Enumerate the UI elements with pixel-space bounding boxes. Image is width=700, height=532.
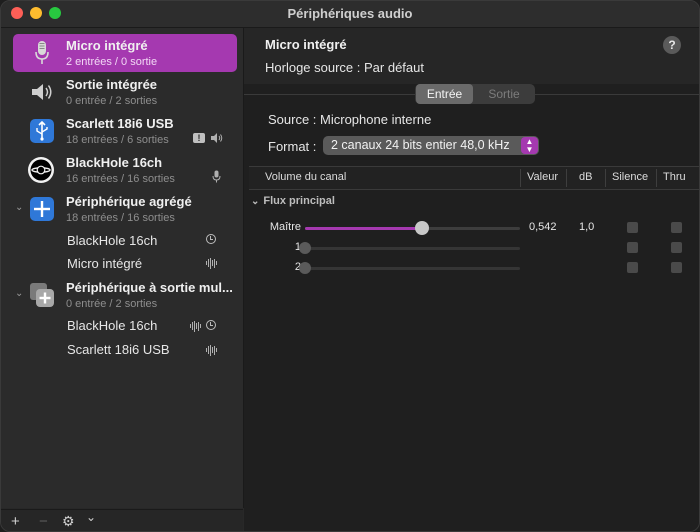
- stream-group[interactable]: ⌄ Flux principal: [251, 195, 335, 207]
- speaker-icon: [29, 79, 55, 105]
- blackhole-icon: [28, 157, 55, 183]
- alert-icon: !: [193, 133, 205, 143]
- format-value: 2 canaux 24 bits entier 48,0 kHz: [331, 138, 510, 152]
- clock-icon: [206, 234, 216, 244]
- chevron-down-icon: ⌄: [251, 196, 260, 207]
- subdevice-item[interactable]: Micro intégré: [67, 256, 142, 271]
- add-device-button[interactable]: +: [11, 513, 20, 530]
- device-name: Scarlett 18i6 USB: [66, 116, 174, 131]
- audio-devices-window: Périphériques audio Micro intégré 2 entr…: [0, 0, 700, 532]
- column-mute: Silence: [612, 171, 649, 183]
- io-segmented-control: Entrée Sortie: [415, 84, 535, 104]
- thru-checkbox[interactable]: [671, 262, 682, 273]
- device-item-sortie-integree[interactable]: Sortie intégrée 0 entrée / 2 sorties: [13, 73, 237, 111]
- device-detail-pane: Micro intégré Horloge source : Par défau…: [244, 28, 699, 531]
- device-name: BlackHole 16ch: [66, 155, 163, 170]
- microphone-icon: [212, 170, 221, 186]
- channel-row-master: Maître 0,542 1,0: [244, 219, 699, 237]
- thru-checkbox[interactable]: [671, 242, 682, 253]
- channel-db: 1,0: [579, 221, 595, 233]
- help-button[interactable]: ?: [663, 36, 681, 54]
- device-item-aggregate[interactable]: ⌄ Périphérique agrégé 18 entrées / 16 so…: [13, 190, 237, 228]
- device-io-count: 2 entrées / 0 sortie: [66, 56, 158, 68]
- device-io-count: 0 entrée / 2 sorties: [66, 298, 158, 310]
- title-bar: Périphériques audio: [1, 1, 699, 28]
- device-item-scarlett[interactable]: Scarlett 18i6 USB 18 entrées / 6 sorties…: [13, 112, 237, 150]
- device-name: Micro intégré: [66, 38, 148, 53]
- column-thru: Thru: [663, 171, 686, 183]
- device-title: Micro intégré: [265, 37, 347, 52]
- volume-slider[interactable]: [299, 262, 520, 274]
- device-name: Périphérique à sortie mul...: [66, 280, 233, 295]
- column-separator: [520, 169, 521, 187]
- column-separator: [605, 169, 606, 187]
- device-io-count: 18 entrées / 6 sorties: [66, 134, 169, 146]
- aggregate-plus-icon: [29, 196, 55, 222]
- gear-icon[interactable]: ⚙: [62, 513, 75, 530]
- tab-input[interactable]: Entrée: [416, 84, 473, 104]
- format-select[interactable]: 2 canaux 24 bits entier 48,0 kHz ▲ ▼: [323, 136, 539, 155]
- subdevice-item[interactable]: Scarlett 18i6 USB: [67, 342, 170, 357]
- remove-device-button[interactable]: −: [39, 513, 48, 530]
- column-separator: [566, 169, 567, 187]
- channel-row: 2: [244, 259, 699, 277]
- chevron-down-icon[interactable]: ⌄: [86, 510, 96, 524]
- device-name: Sortie intégrée: [66, 77, 158, 92]
- channel-label: Maître: [269, 221, 301, 233]
- volume-fill: [305, 227, 422, 230]
- subdevice-item[interactable]: BlackHole 16ch: [67, 318, 157, 333]
- column-value: Valeur: [527, 171, 558, 183]
- volume-knob[interactable]: [414, 221, 429, 235]
- column-volume: Volume du canal: [265, 171, 347, 183]
- device-item-blackhole[interactable]: BlackHole 16ch 16 entrées / 16 sorties: [13, 151, 237, 189]
- chevron-updown-icon: ▲ ▼: [521, 137, 538, 154]
- clock-source[interactable]: Horloge source : Par défaut: [265, 60, 424, 75]
- window-title: Périphériques audio: [287, 6, 413, 21]
- volume-knob[interactable]: [299, 262, 311, 274]
- mute-checkbox[interactable]: [627, 262, 638, 273]
- waveform-icon: [206, 257, 217, 269]
- format-label: Format :: [268, 139, 317, 154]
- waveform-icon: [206, 344, 217, 356]
- mute-checkbox[interactable]: [627, 242, 638, 253]
- waveform-icon: [190, 320, 201, 332]
- subdevice-item[interactable]: BlackHole 16ch: [67, 233, 157, 248]
- volume-slider[interactable]: [305, 221, 520, 235]
- microphone-icon: [29, 40, 55, 66]
- mute-checkbox[interactable]: [627, 222, 638, 233]
- device-io-count: 0 entrée / 2 sorties: [66, 95, 158, 107]
- device-item-micro-integre[interactable]: Micro intégré 2 entrées / 0 sortie: [13, 34, 237, 72]
- column-db: dB: [579, 171, 593, 183]
- channel-row: 1: [244, 239, 699, 257]
- device-io-count: 16 entrées / 16 sorties: [66, 173, 175, 185]
- device-list-sidebar: Micro intégré 2 entrées / 0 sortie Sorti…: [1, 28, 244, 508]
- column-separator: [656, 169, 657, 187]
- volume-knob[interactable]: [299, 242, 311, 254]
- chevron-down-icon[interactable]: ⌄: [15, 202, 23, 213]
- channel-value: 0,542: [529, 221, 557, 233]
- tab-output[interactable]: Sortie: [475, 84, 533, 104]
- stream-group-label: Flux principal: [263, 195, 335, 207]
- clock-icon: [206, 320, 216, 330]
- usb-icon: [29, 118, 55, 144]
- speaker-icon: [210, 132, 223, 147]
- device-io-count: 18 entrées / 16 sorties: [66, 212, 175, 224]
- channel-table-header: Volume du canal Valeur dB Silence Thru: [249, 166, 699, 190]
- device-name: Périphérique agrégé: [66, 194, 192, 209]
- sidebar-toolbar: + − ⚙ ⌄: [1, 509, 243, 531]
- detail-header: Micro intégré Horloge source : Par défau…: [244, 28, 699, 84]
- device-item-multi-output[interactable]: ⌄ Périphérique à sortie mul... 0 entrée …: [13, 276, 237, 314]
- thru-checkbox[interactable]: [671, 222, 682, 233]
- source-label: Source : Microphone interne: [268, 112, 432, 127]
- chevron-down-icon[interactable]: ⌄: [15, 288, 23, 299]
- multi-output-icon: [29, 282, 55, 308]
- volume-slider[interactable]: [299, 242, 520, 254]
